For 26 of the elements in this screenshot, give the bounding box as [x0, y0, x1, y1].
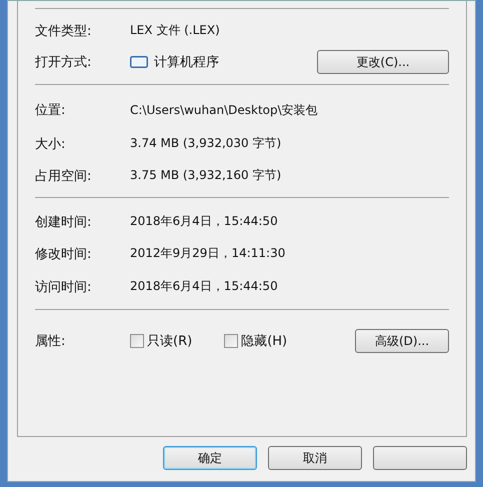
window-icon — [130, 56, 148, 68]
checkbox[interactable] — [224, 334, 238, 348]
dialog-button[interactable]: 确定 — [163, 446, 257, 470]
field-value: 计算机程序 — [154, 54, 220, 71]
field-value: 2018年6月4日，15:44:50 — [130, 213, 278, 230]
field-value: LEX 文件 (.LEX) — [130, 22, 220, 39]
field-value: 2012年9月29日，14:11:30 — [130, 245, 286, 262]
field-label: 位置: — [35, 102, 66, 119]
checkbox-label[interactable]: 隐藏(H) — [241, 332, 288, 350]
field-label: 修改时间: — [35, 246, 92, 262]
field-label: 访问时间: — [35, 278, 92, 296]
field-value: 3.74 MB (3,932,030 字节) — [130, 135, 282, 152]
advanced-button[interactable]: 高级(D)... — [355, 329, 449, 353]
field-label: 大小: — [35, 136, 66, 152]
checkbox[interactable] — [130, 334, 144, 348]
field-label: 属性: — [35, 333, 66, 350]
field-value: 3.75 MB (3,932,160 字节) — [130, 167, 282, 184]
field-label: 打开方式: — [35, 54, 92, 71]
field-value: 2018年6月4日，15:44:50 — [130, 278, 278, 295]
checkbox-label[interactable]: 只读(R) — [147, 332, 192, 350]
change-button[interactable]: 更改(C)... — [317, 50, 449, 74]
field-value: C:\Users\wuhan\Desktop\安装包 — [130, 102, 318, 118]
field-label: 创建时间: — [35, 214, 92, 230]
dialog-button[interactable]: 取消 — [268, 446, 362, 470]
field-label: 占用空间: — [35, 168, 92, 184]
field-label: 文件类型: — [35, 22, 92, 40]
